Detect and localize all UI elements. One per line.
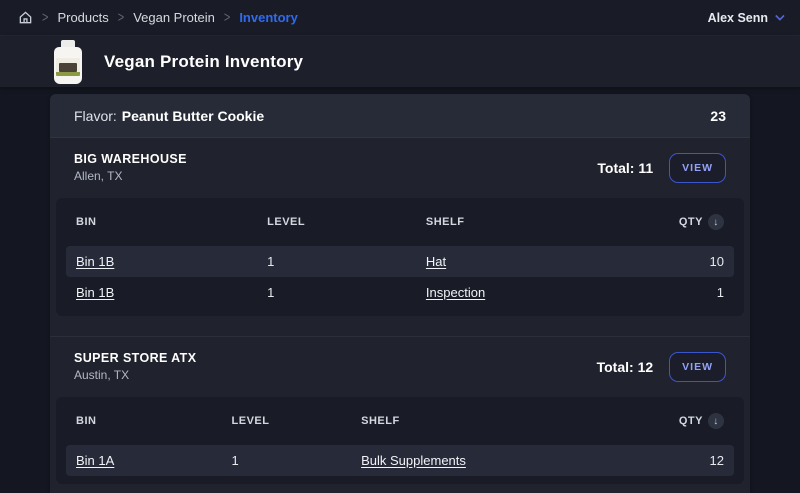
shelf-link[interactable]: Bulk Supplements: [361, 453, 466, 468]
sort-descending-icon[interactable]: ↓: [708, 413, 724, 429]
warehouse-name: SUPER STORE ATX: [74, 351, 196, 365]
total-value: 12: [638, 359, 654, 375]
breadcrumb-item-vegan-protein[interactable]: Vegan Protein: [133, 10, 215, 25]
breadcrumb-item-inventory[interactable]: Inventory: [239, 10, 298, 25]
product-image: [52, 40, 84, 84]
warehouse-section-big-warehouse: BIG WAREHOUSE Allen, TX Total: 11 VIEW B…: [50, 138, 750, 336]
breadcrumb-separator: >: [118, 10, 124, 26]
total-label: Total:: [597, 160, 634, 176]
inventory-table: BIN LEVEL SHELF QTY ↓ Bin 1A 1 Bulk Supp…: [56, 397, 744, 484]
inventory-card: Flavor: Peanut Butter Cookie 23 BIG WAREH…: [50, 94, 750, 493]
shelf-link[interactable]: Hat: [426, 254, 446, 269]
column-header-bin: BIN: [76, 216, 267, 228]
shelf-link[interactable]: Inspection: [426, 285, 485, 300]
view-button[interactable]: VIEW: [669, 153, 726, 183]
warehouse-section-super-store-atx: SUPER STORE ATX Austin, TX Total: 12 VIE…: [50, 336, 750, 493]
flavor-label: Flavor:: [74, 108, 117, 124]
page-title: Vegan Protein Inventory: [104, 52, 303, 72]
warehouse-location: Allen, TX: [74, 169, 187, 183]
table-header-row: BIN LEVEL SHELF QTY ↓: [56, 397, 744, 445]
qty-value: 1: [644, 285, 724, 300]
level-value: 1: [232, 453, 362, 468]
qty-value: 10: [644, 254, 724, 269]
view-button[interactable]: VIEW: [669, 352, 726, 382]
flavor-label-group: Flavor: Peanut Butter Cookie: [74, 108, 264, 124]
home-icon[interactable]: [18, 10, 33, 25]
top-bar: > Products > Vegan Protein > Inventory A…: [0, 0, 800, 36]
inventory-table: BIN LEVEL SHELF QTY ↓ Bin 1B 1 Hat 10 Bi…: [56, 198, 744, 316]
sort-descending-icon[interactable]: ↓: [708, 214, 724, 230]
breadcrumb-separator: >: [224, 10, 230, 26]
bin-link[interactable]: Bin 1A: [76, 453, 114, 468]
total-label: Total:: [597, 359, 634, 375]
breadcrumb-separator: >: [42, 10, 48, 26]
warehouse-name: BIG WAREHOUSE: [74, 152, 187, 166]
breadcrumb: > Products > Vegan Protein > Inventory: [18, 10, 298, 25]
column-header-qty: QTY: [679, 216, 703, 228]
flavor-name: Peanut Butter Cookie: [122, 108, 264, 124]
breadcrumb-item-products[interactable]: Products: [57, 10, 108, 25]
user-menu[interactable]: Alex Senn: [708, 11, 782, 25]
flavor-header: Flavor: Peanut Butter Cookie 23: [50, 94, 750, 138]
chevron-down-icon: [775, 11, 785, 21]
table-row: Bin 1B 1 Hat 10: [66, 246, 734, 277]
table-header-row: BIN LEVEL SHELF QTY ↓: [56, 198, 744, 246]
table-row: Bin 1B 1 Inspection 1: [66, 277, 734, 308]
column-header-qty: QTY: [679, 415, 703, 427]
warehouse-location: Austin, TX: [74, 368, 196, 382]
page-header: Vegan Protein Inventory: [0, 36, 800, 88]
bin-link[interactable]: Bin 1B: [76, 285, 114, 300]
column-header-shelf: SHELF: [426, 216, 644, 228]
table-row: Bin 1A 1 Bulk Supplements 12: [66, 445, 734, 476]
total-value: 11: [638, 160, 653, 176]
main-content: Flavor: Peanut Butter Cookie 23 BIG WAREH…: [0, 88, 800, 493]
flavor-total-count: 23: [710, 108, 726, 124]
bin-link[interactable]: Bin 1B: [76, 254, 114, 269]
column-header-level: LEVEL: [267, 216, 426, 228]
column-header-bin: BIN: [76, 415, 232, 427]
level-value: 1: [267, 254, 426, 269]
qty-value: 12: [644, 453, 724, 468]
level-value: 1: [267, 285, 426, 300]
column-header-level: LEVEL: [232, 415, 362, 427]
user-name: Alex Senn: [708, 11, 768, 25]
column-header-shelf: SHELF: [361, 415, 644, 427]
